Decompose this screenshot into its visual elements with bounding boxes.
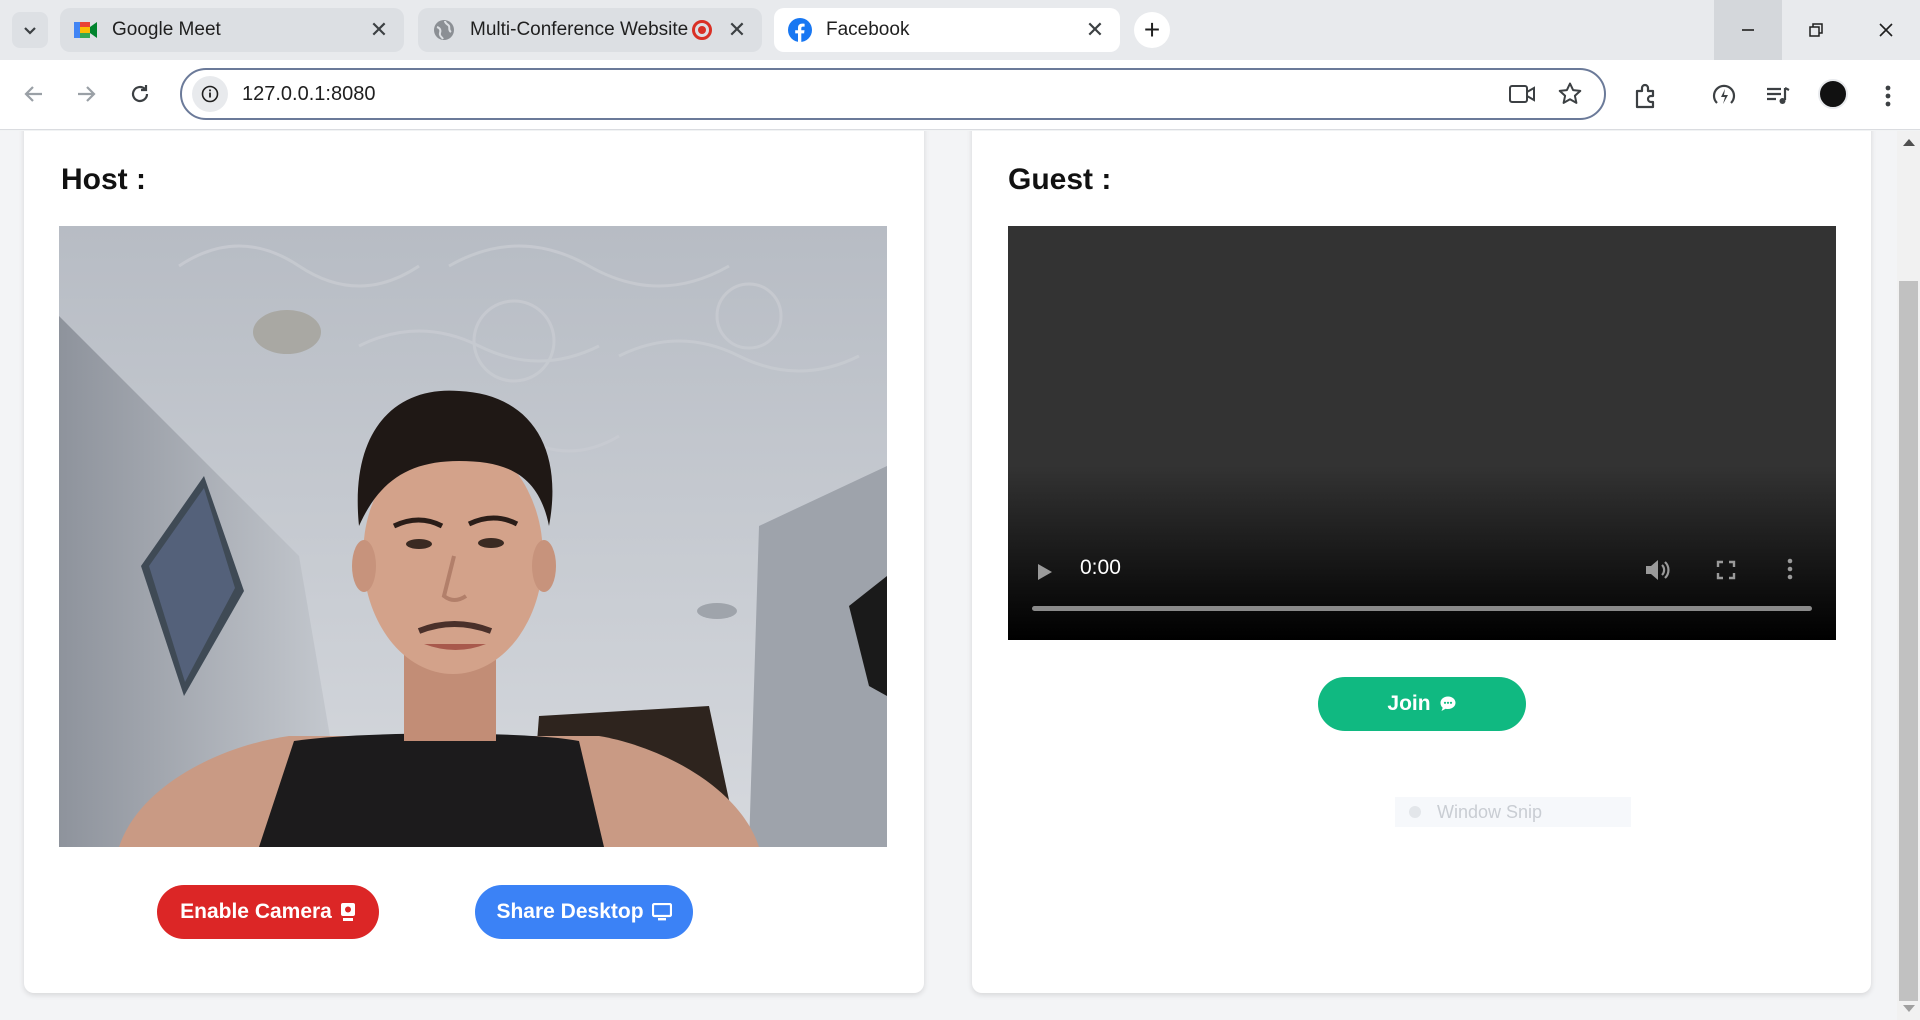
close-icon xyxy=(1879,23,1893,37)
guest-panel: Guest : 0:00 Join Window Snip xyxy=(972,131,1871,993)
vertical-scrollbar[interactable] xyxy=(1897,131,1920,1020)
close-window-button[interactable] xyxy=(1852,0,1920,60)
bookmark-star-icon[interactable] xyxy=(1550,74,1590,114)
host-title: Host : xyxy=(61,163,146,196)
close-tab-icon[interactable]: ✕ xyxy=(366,17,392,43)
tab-label: Facebook xyxy=(826,19,910,40)
tab-google-meet[interactable]: Google Meet ✕ xyxy=(60,8,404,52)
volume-icon[interactable] xyxy=(1644,558,1670,582)
window-snip-overlay: Window Snip xyxy=(1395,797,1631,827)
video-time: 0:00 xyxy=(1080,556,1121,579)
minimize-icon xyxy=(1742,29,1754,31)
forward-button[interactable] xyxy=(68,76,104,112)
enable-camera-label: Enable Camera xyxy=(180,900,332,923)
guest-title: Guest : xyxy=(1008,163,1112,196)
camera-in-use-icon[interactable] xyxy=(1502,74,1542,114)
play-icon[interactable] xyxy=(1036,562,1054,582)
restore-icon xyxy=(1809,23,1823,37)
back-arrow-icon xyxy=(24,86,42,102)
profile-avatar[interactable] xyxy=(1818,79,1848,109)
host-video xyxy=(59,226,887,847)
forward-arrow-icon xyxy=(78,86,96,102)
share-desktop-button[interactable]: Share Desktop xyxy=(475,885,693,939)
enable-camera-button[interactable]: Enable Camera xyxy=(157,885,379,939)
google-meet-icon xyxy=(74,18,98,42)
media-control-icon[interactable] xyxy=(1758,76,1798,116)
tab-facebook[interactable]: Facebook ✕ xyxy=(774,8,1120,52)
tab-strip: Google Meet ✕ Multi-Conference Website ✕… xyxy=(0,0,1920,60)
facebook-icon xyxy=(788,18,812,42)
webcam-icon xyxy=(340,903,355,921)
tab-search-button[interactable] xyxy=(12,12,48,48)
chevron-down-icon xyxy=(24,27,36,35)
desktop-icon xyxy=(651,903,672,921)
back-button[interactable] xyxy=(16,76,52,112)
chat-bubble-icon xyxy=(1440,696,1456,711)
reload-button[interactable] xyxy=(122,76,158,112)
share-desktop-label: Share Desktop xyxy=(496,900,644,923)
tab-multi-conference[interactable]: Multi-Conference Website ✕ xyxy=(418,8,762,52)
address-bar[interactable]: 127.0.0.1:8080 xyxy=(180,68,1606,120)
recording-icon xyxy=(692,20,712,40)
host-panel: Host : Enable Camera Share Desktop xyxy=(24,131,924,993)
tab-label: Google Meet xyxy=(112,19,221,40)
close-tab-icon[interactable]: ✕ xyxy=(724,17,750,43)
performance-icon[interactable] xyxy=(1704,76,1744,116)
site-info-icon[interactable] xyxy=(192,76,228,112)
guest-video-player[interactable]: 0:00 xyxy=(1008,226,1836,640)
new-tab-button[interactable]: + xyxy=(1134,12,1170,48)
page-viewport: Host : Enable Camera Share Desktop Guest… xyxy=(0,131,1897,1020)
tab-label: Multi-Conference Website xyxy=(470,19,689,40)
scroll-down-arrow-icon[interactable] xyxy=(1903,1005,1915,1012)
snip-dot-icon xyxy=(1409,806,1421,818)
extensions-icon[interactable] xyxy=(1626,76,1666,116)
reload-icon xyxy=(131,85,149,103)
more-menu-icon[interactable] xyxy=(1868,76,1908,116)
webcam-feed-image xyxy=(59,226,887,847)
join-label: Join xyxy=(1387,692,1431,715)
scroll-up-arrow-icon[interactable] xyxy=(1903,139,1915,146)
scrollbar-thumb[interactable] xyxy=(1899,281,1918,1001)
browser-toolbar: 127.0.0.1:8080 xyxy=(0,60,1920,130)
more-options-icon[interactable] xyxy=(1786,558,1794,580)
window-snip-label: Window Snip xyxy=(1437,801,1543,822)
join-button[interactable]: Join xyxy=(1318,677,1526,731)
globe-icon xyxy=(432,18,456,42)
video-progress-track[interactable] xyxy=(1032,606,1812,611)
close-tab-icon[interactable]: ✕ xyxy=(1082,17,1108,43)
fullscreen-icon[interactable] xyxy=(1716,560,1736,580)
url-text: 127.0.0.1:8080 xyxy=(242,82,376,105)
minimize-button[interactable] xyxy=(1714,0,1782,60)
restore-button[interactable] xyxy=(1782,0,1850,60)
